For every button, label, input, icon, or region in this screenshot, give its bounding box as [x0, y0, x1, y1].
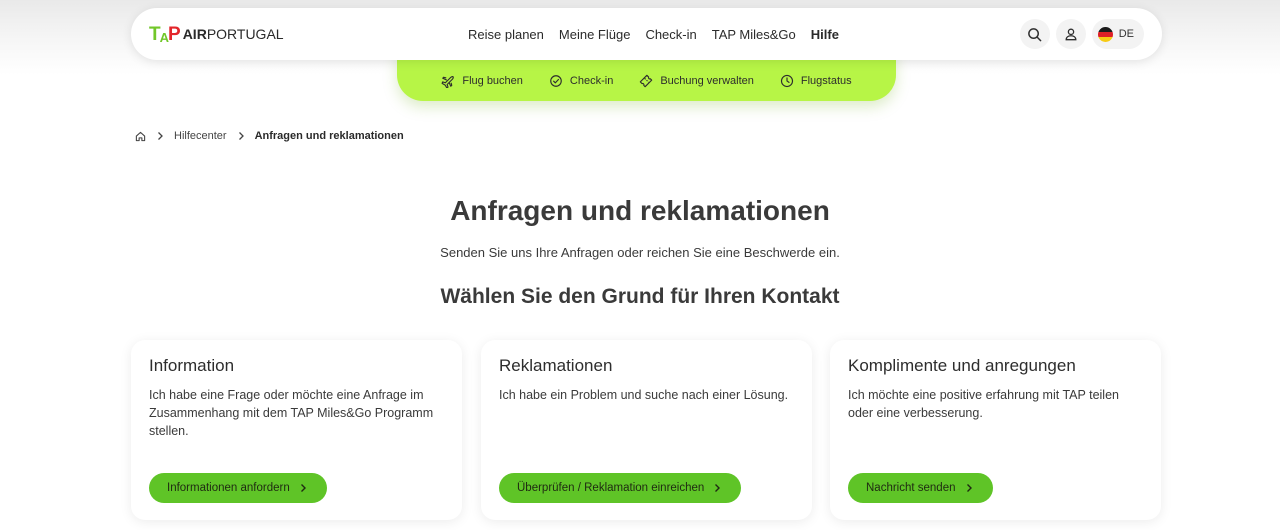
- quick-flugstatus[interactable]: Flugstatus: [780, 74, 852, 88]
- breadcrumb-current: Anfragen und reklamationen: [254, 130, 404, 142]
- section-title: Wählen Sie den Grund für Ihren Kontakt: [440, 285, 840, 308]
- clock-icon: [780, 74, 793, 87]
- card-text: Ich möchte eine positive erfahrung mit T…: [848, 388, 1119, 420]
- card-komplimente: Komplimente und anregungen Ich möchte ei…: [830, 340, 1161, 520]
- page-subtitle: Senden Sie uns Ihre Anfragen oder reiche…: [440, 245, 840, 260]
- germany-flag-icon: [1097, 26, 1113, 42]
- breadcrumb-hilfecenter[interactable]: Hilfecenter: [174, 130, 227, 142]
- chevron-right-icon: [966, 484, 972, 492]
- top-header: TAP AIRPORTUGAL Reise planen Meine Flüge…: [131, 8, 1162, 60]
- page-title: Anfragen und reklamationen: [450, 195, 830, 226]
- language-code: DE: [1118, 28, 1134, 40]
- card-title: Reklamationen: [499, 356, 613, 375]
- card-information: Information Ich habe eine Frage oder möc…: [131, 340, 462, 520]
- plane-icon: [441, 75, 455, 88]
- breadcrumb: Hilfecenter Anfragen und reklamationen: [135, 130, 404, 142]
- account-button[interactable]: [1055, 19, 1086, 49]
- search-button[interactable]: [1019, 19, 1050, 49]
- chevron-right-icon: [715, 484, 721, 492]
- nachricht-senden-button[interactable]: Nachricht senden: [848, 473, 993, 503]
- nav-meine-fluege[interactable]: Meine Flüge: [559, 27, 631, 42]
- informationen-anfordern-button[interactable]: Informationen anfordern: [149, 473, 327, 503]
- search-icon: [1028, 27, 1042, 41]
- card-title: Komplimente und anregungen: [848, 356, 1076, 375]
- tap-logo-text: AIRPORTUGAL: [182, 26, 284, 42]
- language-selector[interactable]: DE: [1091, 19, 1144, 49]
- quick-buchung-verwalten[interactable]: Buchung verwalten: [639, 74, 754, 88]
- user-icon: [1065, 28, 1077, 41]
- card-reklamationen: Reklamationen Ich habe ein Problem und s…: [481, 340, 812, 520]
- nav-tap-miles-go[interactable]: TAP Miles&Go: [712, 27, 796, 42]
- nav-reise-planen[interactable]: Reise planen: [468, 27, 544, 42]
- check-circle-icon: [550, 74, 562, 87]
- main-nav: Reise planen Meine Flüge Check-in TAP Mi…: [468, 8, 839, 60]
- tap-logo-mark: TAP: [149, 23, 181, 45]
- home-icon[interactable]: [135, 131, 146, 142]
- chevron-right-icon: [158, 132, 163, 140]
- card-title: Information: [149, 356, 235, 375]
- card-text: Ich habe ein Problem und suche nach eine…: [499, 388, 789, 402]
- card-text: Ich habe eine Frage oder möchte eine Anf…: [149, 388, 434, 438]
- ticket-icon: [640, 74, 653, 87]
- quick-flug-buchen[interactable]: Flug buchen: [441, 74, 523, 88]
- chevron-right-icon: [238, 132, 244, 140]
- reklamation-einreichen-button[interactable]: Überprüfen / Reklamation einreichen: [499, 473, 742, 503]
- nav-hilfe[interactable]: Hilfe: [811, 27, 839, 42]
- quick-check-in[interactable]: Check-in: [549, 74, 613, 88]
- nav-check-in[interactable]: Check-in: [645, 27, 696, 42]
- header-actions: DE: [1019, 19, 1144, 49]
- tap-logo[interactable]: TAP AIRPORTUGAL: [149, 24, 284, 44]
- chevron-right-icon: [300, 484, 306, 492]
